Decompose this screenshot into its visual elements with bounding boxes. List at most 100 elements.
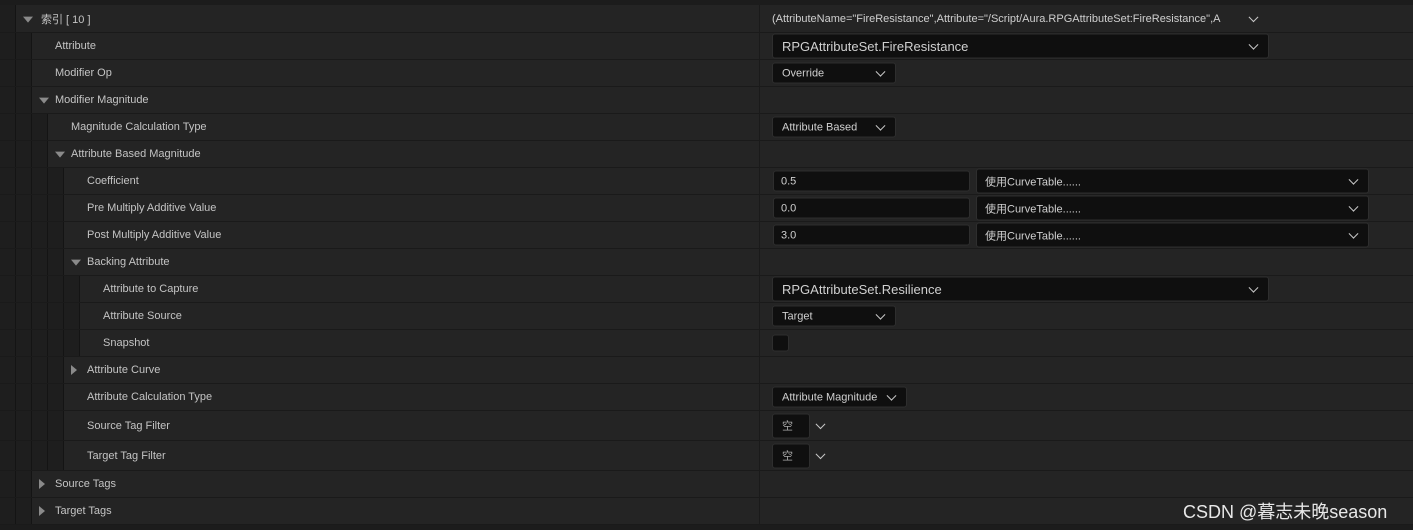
- number-value: 3.0: [781, 229, 797, 241]
- indent-guide: [16, 60, 32, 86]
- indent-guide: [0, 411, 16, 440]
- indent-guide: [32, 330, 48, 356]
- indent-guide: [32, 357, 48, 383]
- collapse-arrow-icon[interactable]: [39, 97, 49, 104]
- property-row-attribute-to-capture: Attribute to Capture RPGAttributeSet.Resi…: [0, 276, 1413, 303]
- expand-arrow-icon[interactable]: [71, 365, 77, 375]
- indent-guide: [16, 498, 32, 524]
- combo-box-attribute-to-capture[interactable]: RPGAttributeSet.Resilience: [772, 276, 1269, 302]
- column-divider[interactable]: [759, 498, 760, 524]
- column-divider[interactable]: [759, 87, 760, 113]
- curve-table-combo[interactable]: 使用CurveTable......: [976, 168, 1369, 194]
- collapse-arrow-icon[interactable]: [23, 16, 33, 23]
- value-cell: Target: [760, 303, 1413, 329]
- property-label: 索引 [ 10 ]: [41, 13, 91, 26]
- snapshot-checkbox[interactable]: [772, 334, 789, 352]
- column-divider[interactable]: [759, 471, 760, 497]
- details-panel: 索引 [ 10 ] (AttributeName="FireResistance"…: [0, 0, 1413, 530]
- indent-guide: [48, 249, 64, 275]
- indent-guide: [0, 87, 16, 113]
- combo-box-attribute[interactable]: RPGAttributeSet.FireResistance: [772, 33, 1269, 59]
- chevron-down-icon[interactable]: [815, 448, 826, 459]
- property-row-attribute-source: Attribute Source Target: [0, 303, 1413, 330]
- indent-guide: [0, 384, 16, 410]
- property-row-backing-attribute: Backing Attribute: [0, 249, 1413, 276]
- indent-guide: [16, 141, 32, 167]
- chevron-down-icon[interactable]: [1248, 11, 1259, 22]
- indent-guide: [16, 330, 32, 356]
- number-input[interactable]: 3.0: [773, 224, 970, 246]
- indent-guide: [16, 168, 32, 194]
- collapse-arrow-icon[interactable]: [55, 151, 65, 158]
- property-label: Magnitude Calculation Type: [71, 121, 207, 133]
- indent-guide: [0, 195, 16, 221]
- number-input[interactable]: 0.0: [773, 197, 970, 219]
- indent-guide: [0, 114, 16, 140]
- indent-guide: [32, 411, 48, 440]
- value-cell: 空: [760, 411, 1413, 440]
- name-cell: Source Tag Filter: [0, 411, 760, 440]
- indent-guide: [32, 441, 48, 470]
- value-cell: 0.0 使用CurveTable......: [760, 195, 1413, 221]
- tag-filter-button[interactable]: 空: [772, 443, 810, 468]
- number-input[interactable]: 0.5: [773, 170, 970, 192]
- indent-guide: [16, 33, 32, 59]
- curve-table-combo[interactable]: 使用CurveTable......: [976, 222, 1369, 248]
- column-divider[interactable]: [759, 141, 760, 167]
- name-cell: Source Tags: [0, 471, 760, 497]
- indent-guide: [48, 357, 64, 383]
- combo-box-magnitude-calculation-type[interactable]: Attribute Based: [772, 116, 896, 138]
- chevron-down-icon: [1348, 201, 1359, 212]
- indent-guide: [16, 441, 32, 470]
- indent-guide: [48, 441, 64, 470]
- column-divider[interactable]: [759, 249, 760, 275]
- collapse-arrow-icon[interactable]: [71, 259, 81, 266]
- indent-guide: [48, 195, 64, 221]
- indent-guide: [32, 168, 48, 194]
- column-divider[interactable]: [759, 357, 760, 383]
- property-row-pre-multiply-additive-value: Pre Multiply Additive Value 0.0 使用CurveTab…: [0, 195, 1413, 222]
- name-cell: Target Tag Filter: [0, 441, 760, 470]
- property-row-modifier-magnitude: Modifier Magnitude: [0, 87, 1413, 114]
- combo-box-attribute-source[interactable]: Target: [772, 305, 896, 327]
- name-cell: Modifier Op: [0, 60, 760, 86]
- indent-guide: [32, 276, 48, 302]
- indent-guide: [16, 87, 32, 113]
- indent-guide: [48, 303, 64, 329]
- chevron-down-icon: [875, 66, 886, 77]
- name-cell: Attribute Calculation Type: [0, 384, 760, 410]
- indent-guide: [16, 195, 32, 221]
- property-label: Modifier Magnitude: [55, 94, 149, 106]
- combo-box-attribute-calculation-type[interactable]: Attribute Magnitude: [772, 386, 907, 408]
- combo-value: Target: [782, 310, 813, 322]
- chevron-down-icon: [886, 390, 897, 401]
- property-row-attribute-curve: Attribute Curve: [0, 357, 1413, 384]
- value-cell: 空: [760, 441, 1413, 470]
- chevron-down-icon[interactable]: [815, 418, 826, 429]
- indent-guide: [48, 276, 64, 302]
- indent-guide: [0, 141, 16, 167]
- expand-arrow-icon[interactable]: [39, 506, 45, 516]
- expand-arrow-icon[interactable]: [39, 479, 45, 489]
- indent-guide: [16, 276, 32, 302]
- chevron-down-icon: [1348, 228, 1359, 239]
- indent-guide: [48, 330, 64, 356]
- value-cell: Override: [760, 60, 1413, 86]
- property-row-modifier-op: Modifier Op Override: [0, 60, 1413, 87]
- combo-box-modifier-op[interactable]: Override: [772, 62, 896, 84]
- curve-table-combo[interactable]: 使用CurveTable......: [976, 195, 1369, 221]
- property-label: Attribute Source: [103, 310, 182, 322]
- property-row-attribute-based-magnitude: Attribute Based Magnitude: [0, 141, 1413, 168]
- struct-summary-text: (AttributeName="FireResistance",Attribut…: [772, 12, 1221, 25]
- indent-guide: [16, 411, 32, 440]
- value-cell: (AttributeName="FireResistance",Attribut…: [760, 5, 1413, 32]
- chevron-down-icon: [1248, 39, 1259, 50]
- property-row-attribute: Attribute RPGAttributeSet.FireResistance: [0, 33, 1413, 60]
- tag-filter-button[interactable]: 空: [772, 413, 810, 438]
- chevron-down-icon: [1348, 174, 1359, 185]
- tag-filter-value: 空: [782, 420, 793, 433]
- property-label: Attribute Based Magnitude: [71, 148, 201, 160]
- curve-table-value: 使用CurveTable......: [985, 203, 1081, 215]
- property-row-snapshot: Snapshot: [0, 330, 1413, 357]
- indent-guide: [48, 411, 64, 440]
